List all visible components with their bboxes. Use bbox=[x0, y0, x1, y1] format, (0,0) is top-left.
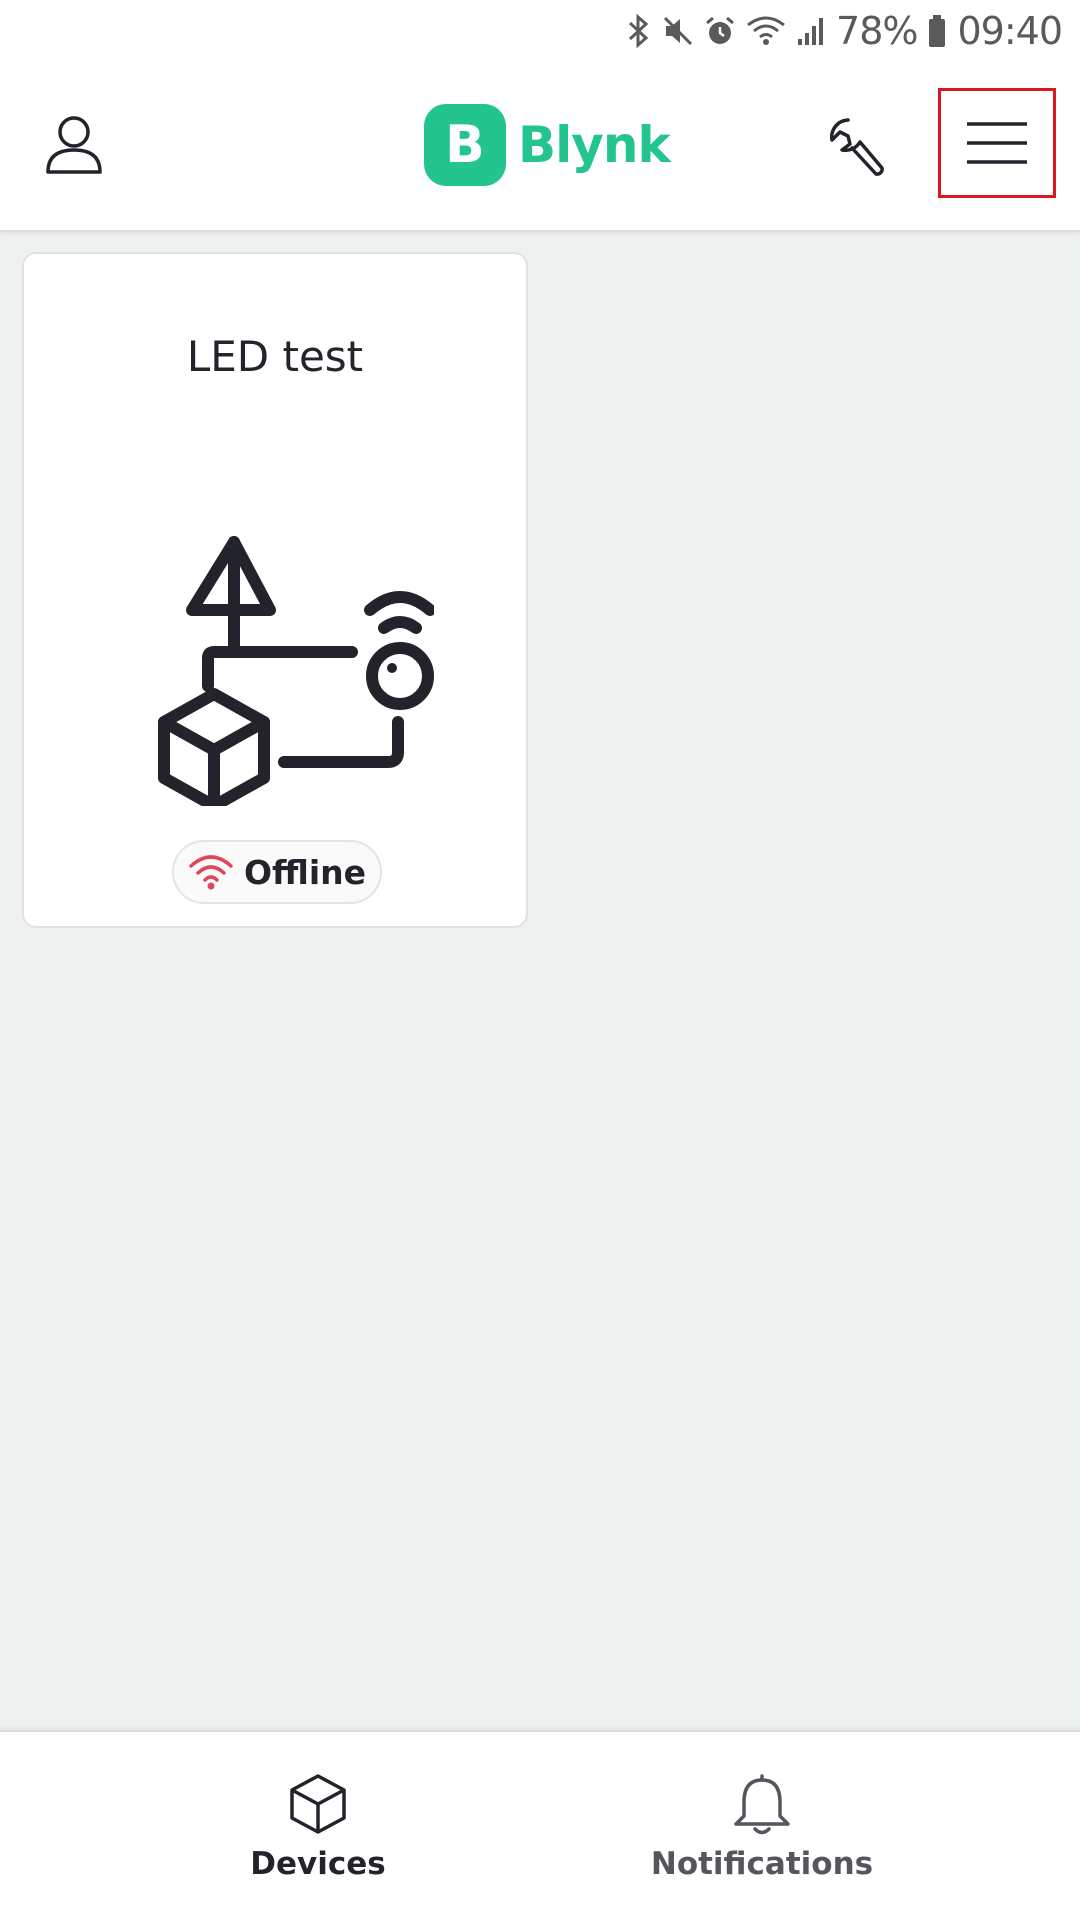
device-status-badge: Offline bbox=[172, 840, 382, 904]
user-icon bbox=[46, 116, 102, 174]
battery-percentage: 78% bbox=[836, 9, 918, 53]
device-card[interactable]: LED test Offline bbox=[22, 252, 528, 928]
profile-button[interactable] bbox=[44, 114, 104, 178]
bell-icon bbox=[734, 1774, 790, 1835]
developer-tools-button[interactable] bbox=[824, 114, 890, 180]
logo-badge: B bbox=[424, 104, 506, 186]
status-bar: 78% 09:40 bbox=[0, 0, 1080, 62]
clock: 09:40 bbox=[957, 9, 1063, 53]
status-icons: 78% 09:40 bbox=[626, 9, 1063, 53]
tab-notifications[interactable]: Notifications bbox=[612, 1772, 912, 1882]
device-illustration-icon bbox=[158, 536, 434, 806]
wrench-icon bbox=[829, 118, 884, 176]
bottom-navigation: Devices Notifications bbox=[0, 1730, 1080, 1922]
bluetooth-icon bbox=[626, 14, 652, 48]
hamburger-menu-icon bbox=[967, 122, 1027, 164]
hamburger-menu-button[interactable] bbox=[938, 88, 1056, 198]
tab-notifications-label: Notifications bbox=[650, 1846, 874, 1882]
battery-icon bbox=[927, 14, 947, 48]
mute-icon bbox=[662, 15, 694, 47]
tab-devices[interactable]: Devices bbox=[168, 1772, 468, 1882]
app-header: B Blynk bbox=[0, 62, 1080, 232]
wifi-icon bbox=[746, 15, 786, 47]
signal-icon bbox=[796, 15, 826, 47]
blynk-logo: B Blynk bbox=[424, 104, 671, 186]
device-status-label: Offline bbox=[243, 852, 367, 892]
logo-text: Blynk bbox=[518, 116, 671, 174]
wifi-offline-icon bbox=[189, 855, 233, 890]
cube-icon bbox=[290, 1774, 346, 1834]
alarm-icon bbox=[704, 15, 736, 47]
device-name: LED test bbox=[186, 332, 364, 381]
tab-devices-label: Devices bbox=[250, 1846, 386, 1882]
